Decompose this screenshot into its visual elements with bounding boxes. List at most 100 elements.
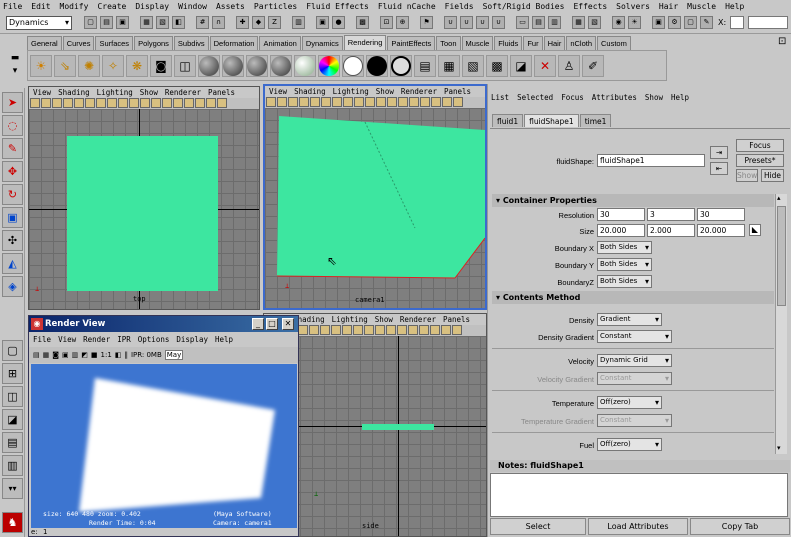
x-field[interactable]: [730, 16, 744, 29]
menu-create[interactable]: Create: [97, 2, 126, 11]
shelf-tab-animation[interactable]: Animation: [259, 36, 301, 50]
shelf-tab-curves[interactable]: Curves: [62, 36, 95, 50]
resolution-x-field[interactable]: 30: [597, 208, 645, 221]
attr-menu-attributes[interactable]: Attributes: [592, 93, 637, 102]
vp-menu-view[interactable]: View: [33, 87, 51, 98]
viewport-camera[interactable]: View Shading Lighting Show Renderer Pane…: [263, 84, 487, 310]
vp-tool-icon[interactable]: [419, 325, 429, 335]
last-tool-icon[interactable]: ◈: [2, 276, 23, 297]
vp-tool-icon[interactable]: [140, 98, 150, 108]
shader-black-icon[interactable]: [366, 54, 388, 77]
render-settings-icon[interactable]: ▩: [356, 16, 369, 29]
velocity-dropdown[interactable]: Dynamic Grid: [597, 354, 672, 367]
fluidshape-name-field[interactable]: fluidShape1: [597, 154, 705, 167]
vp-tool-icon[interactable]: [162, 98, 172, 108]
vp-tool-icon[interactable]: [85, 98, 95, 108]
attr-menu-focus[interactable]: Focus: [561, 93, 584, 102]
history-icon[interactable]: ✚: [236, 16, 249, 29]
vp-menu-panels[interactable]: Panels: [444, 86, 471, 97]
vp-tool-icon[interactable]: [354, 97, 364, 107]
vp-tool-icon[interactable]: [431, 97, 441, 107]
vp-tool-icon[interactable]: [277, 97, 287, 107]
vp-tool-icon[interactable]: [299, 97, 309, 107]
display-icon[interactable]: ▣: [652, 16, 665, 29]
menu-display[interactable]: Display: [135, 2, 169, 11]
vp-tool-icon[interactable]: [331, 325, 341, 335]
save-scene-icon[interactable]: ▣: [116, 16, 129, 29]
light-point-icon[interactable]: ✺: [78, 54, 100, 77]
fuel-dropdown[interactable]: Off(zero): [597, 438, 662, 451]
copy-tab-button[interactable]: Copy Tab: [690, 518, 790, 535]
rv-menu-ipr[interactable]: IPR: [117, 334, 131, 345]
ipr-render-icon[interactable]: ▧: [462, 54, 484, 77]
vp-menu-show[interactable]: Show: [376, 86, 394, 97]
render-image[interactable]: size: 640 480 zoom: 0.402 Render Time: 0…: [31, 364, 297, 528]
scroll-up-icon[interactable]: ▴: [777, 194, 781, 202]
shelf-lock-icon[interactable]: ⊡: [778, 36, 786, 47]
vp-tool-icon[interactable]: [332, 97, 342, 107]
layout-side-icon[interactable]: ◫: [2, 386, 23, 407]
break-link-icon[interactable]: ♙: [558, 54, 580, 77]
mode-selector[interactable]: Dynamics ▾: [6, 16, 72, 30]
attr-menu-show[interactable]: Show: [645, 93, 663, 102]
vp-tool-icon[interactable]: [321, 97, 331, 107]
construction-history-icon[interactable]: ▥: [292, 16, 305, 29]
vp-menu-shading[interactable]: Shading: [294, 86, 326, 97]
layout-single-icon[interactable]: ▢: [2, 340, 23, 361]
hypershade-icon[interactable]: ◫: [174, 54, 196, 77]
light-spot-icon[interactable]: ✧: [102, 54, 124, 77]
channel-box-icon[interactable]: ▭: [516, 16, 529, 29]
menu-effects[interactable]: Effects: [573, 2, 607, 11]
keep-image-icon[interactable]: ▥: [72, 351, 79, 359]
open-scene-icon[interactable]: ▤: [100, 16, 113, 29]
batch-render-icon[interactable]: ◪: [510, 54, 532, 77]
temperature-dropdown[interactable]: Off(zero): [597, 396, 662, 409]
tab-time1[interactable]: time1: [579, 114, 612, 127]
layout-four-icon[interactable]: ⊞: [2, 363, 23, 384]
vp-menu-panels[interactable]: Panels: [208, 87, 235, 98]
shader-ramp-icon[interactable]: [318, 54, 340, 77]
vp-tool-icon[interactable]: [173, 98, 183, 108]
menu-help[interactable]: Help: [725, 2, 744, 11]
notes-textarea[interactable]: [490, 473, 788, 517]
rv-menu-display[interactable]: Display: [176, 334, 208, 345]
paint-select-icon[interactable]: ✎: [2, 138, 23, 159]
shader-phonge-icon[interactable]: [270, 54, 292, 77]
manipulator-icon[interactable]: ✣: [2, 230, 23, 251]
shader-outline-icon[interactable]: [390, 54, 412, 77]
soft-mod-icon[interactable]: ◭: [2, 253, 23, 274]
render-current-icon[interactable]: ▦: [438, 54, 460, 77]
scroll-down-icon[interactable]: ▾: [777, 444, 781, 452]
magnet-icon-1[interactable]: ∪: [444, 16, 457, 29]
shader-phong-icon[interactable]: [246, 54, 268, 77]
menu-fluid-effects[interactable]: Fluid Effects: [306, 2, 369, 11]
vp-tool-icon[interactable]: [441, 325, 451, 335]
paint-icon[interactable]: ✎: [700, 16, 713, 29]
attribute-editor-icon[interactable]: ▤: [532, 16, 545, 29]
boundary-x-dropdown[interactable]: Both Sides: [597, 241, 652, 254]
redo-render-icon[interactable]: ▤: [33, 351, 40, 359]
snap-point-icon[interactable]: ◆: [252, 16, 265, 29]
menu-fields[interactable]: Fields: [445, 2, 474, 11]
select-hierarchy-icon[interactable]: ▦: [140, 16, 153, 29]
output-connection-icon[interactable]: ⇤: [710, 162, 728, 175]
rv-menu-file[interactable]: File: [33, 334, 51, 345]
shelf-tab-fur[interactable]: Fur: [523, 36, 543, 50]
vp-tool-icon[interactable]: [365, 97, 375, 107]
vp-tool-icon[interactable]: [107, 98, 117, 108]
shelf-menu-icon[interactable]: ▬ ▾: [6, 52, 24, 80]
vp-menu-show[interactable]: Show: [140, 87, 158, 98]
shelf-tab-rendering[interactable]: Rendering: [343, 35, 387, 50]
select-tool-icon[interactable]: ➤: [2, 92, 23, 113]
menu-muscle[interactable]: Muscle: [687, 2, 716, 11]
temperature-gradient-dropdown[interactable]: Constant: [597, 414, 672, 427]
vp-tool-icon[interactable]: [453, 97, 463, 107]
new-scene-icon[interactable]: ▢: [84, 16, 97, 29]
camera-icon[interactable]: ◉: [612, 16, 625, 29]
vp-tool-icon[interactable]: [442, 97, 452, 107]
stop-icon[interactable]: ‖: [124, 351, 128, 359]
ipr-icon[interactable]: ●: [332, 16, 345, 29]
vp-menu-renderer[interactable]: Renderer: [165, 87, 201, 98]
snap-plane-icon[interactable]: Z: [268, 16, 281, 29]
select-object-icon[interactable]: ▧: [156, 16, 169, 29]
